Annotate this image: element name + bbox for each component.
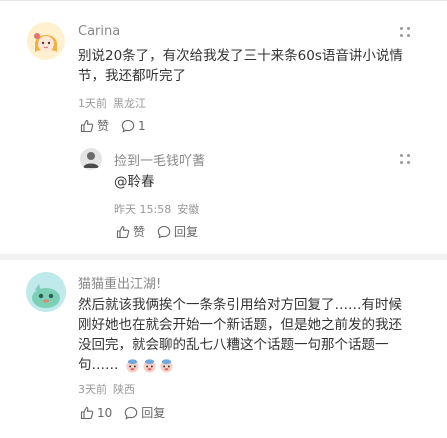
like-button[interactable]: 赞 [116, 223, 145, 240]
comment-text: 然后就该我俩挨个一条条引用给对方回复了……有时候 刚好她也在就会开始一个新话题，… [78, 295, 438, 375]
comment-button[interactable]: 1 [121, 119, 146, 133]
comment-location: 黑龙江 [113, 97, 146, 110]
like-button[interactable]: 赞 [80, 117, 109, 134]
like-button[interactable]: 10 [80, 406, 112, 420]
like-icon [80, 119, 94, 132]
like-icon [80, 406, 94, 419]
mention-link[interactable]: @聆春 [114, 174, 155, 190]
comment-text-line: 节，我还都听完了 [78, 68, 186, 84]
avatar-image [26, 272, 66, 312]
comment-location: 陕西 [113, 383, 135, 396]
comment-actions: 10 回复 [80, 404, 177, 421]
like-label: 赞 [133, 225, 146, 239]
comment-count: 1 [138, 118, 146, 133]
reply-avatar[interactable] [80, 148, 102, 170]
comment-author[interactable]: 猫猫重出江湖! [78, 273, 161, 292]
emoji-icon [143, 358, 156, 373]
reply-text: @聆春 [114, 172, 155, 192]
comment-actions: 赞 1 [80, 117, 158, 134]
more-icon[interactable] [400, 154, 410, 164]
more-icon[interactable] [400, 27, 410, 37]
comment-meta: 1天前 黑龙江 [78, 95, 152, 111]
reply-label: 回复 [174, 225, 199, 239]
reply-time: 昨天 15:58 [114, 203, 172, 216]
reply-icon [125, 406, 138, 419]
reply-location: 安徽 [177, 203, 200, 216]
avatar[interactable] [27, 22, 65, 60]
avatar[interactable] [26, 272, 66, 312]
reply-button[interactable]: 回复 [124, 404, 165, 421]
comment-time: 1天前 [78, 97, 107, 110]
comment-text-line-last: 句…… [78, 355, 438, 375]
comment-list: Carina 别说20条了，有次给我发了三十来条60s语音讲小说情 节，我还都听… [0, 0, 447, 438]
comment-text: 别说20条了，有次给我发了三十来条60s语音讲小说情 节，我还都听完了 [78, 46, 423, 86]
comment-item: 猫猫重出江湖! 然后就该我俩挨个一条条引用给对方回复了……有时候 刚好她也在就会… [0, 260, 447, 438]
emoji-icon [160, 358, 173, 373]
comment-item: Carina 别说20条了，有次给我发了三十来条60s语音讲小说情 节，我还都听… [0, 0, 447, 260]
reply-actions: 赞 回复 [116, 223, 210, 240]
like-label: 赞 [97, 119, 110, 133]
reply-label: 回复 [141, 406, 166, 420]
comment-text-line: 别说20条了，有次给我发了三十来条60s语音讲小说情 [78, 48, 403, 64]
comment-text-line: 没回完，就会聊的乱七八糟这个话题一句那个话题一 [78, 337, 389, 353]
reply-button[interactable]: 回复 [157, 223, 198, 240]
reply-item: 捡到一毛钱吖蓍 @聆春 昨天 15:58 安徽 赞 回复 [78, 145, 447, 245]
comment-text-line: 然后就该我俩挨个一条条引用给对方回复了……有时候 [78, 297, 402, 313]
like-count: 10 [97, 405, 113, 420]
comment-text-line: 刚好她也在就会开始一个新话题，但是她之前发的我还 [78, 317, 402, 333]
avatar-image [27, 22, 65, 60]
comment-meta: 3天前 陕西 [78, 381, 141, 397]
comment-time: 3天前 [78, 383, 107, 396]
comment-icon [121, 119, 135, 132]
reply-avatar-image [80, 148, 102, 170]
emoji-group [125, 358, 176, 373]
reply-author[interactable]: 捡到一毛钱吖蓍 [114, 150, 205, 169]
like-icon [116, 225, 130, 238]
reply-icon [157, 225, 171, 238]
reply-meta: 昨天 15:58 安徽 [114, 201, 205, 217]
emoji-icon [126, 358, 139, 373]
comment-author[interactable]: Carina [78, 24, 120, 39]
comment-text-line: 句…… [78, 357, 119, 373]
